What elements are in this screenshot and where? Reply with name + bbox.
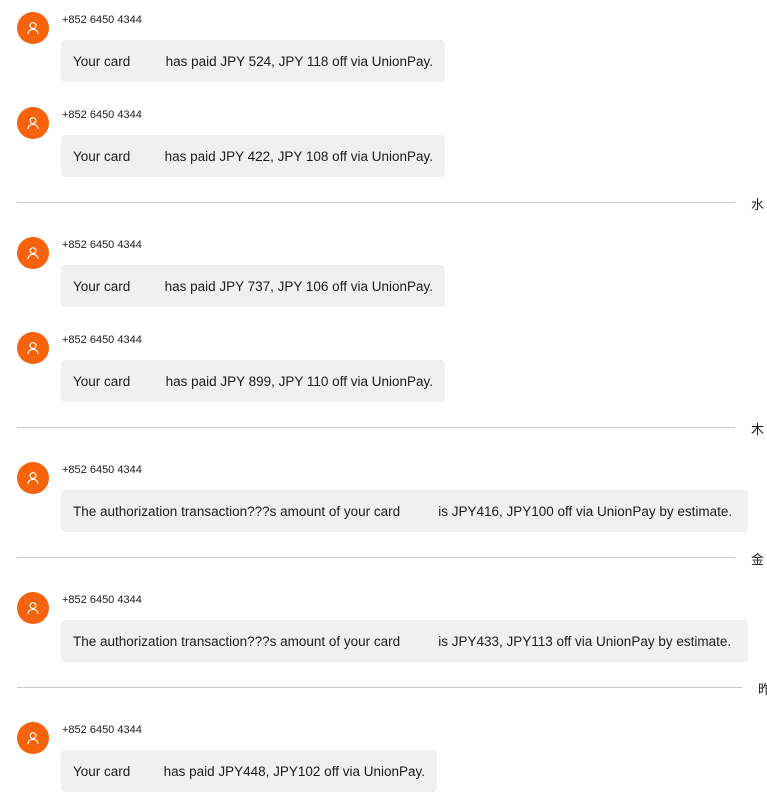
avatar[interactable] — [17, 237, 49, 269]
message-bubble[interactable]: The authorization transaction???s amount… — [61, 620, 748, 662]
avatar[interactable] — [17, 332, 49, 364]
sender-phone: +852 6450 4344 — [62, 594, 142, 606]
divider-line — [17, 427, 735, 428]
message-text-post: has paid JPY 422, JPY 108 off via UnionP… — [164, 148, 433, 164]
message-bubble[interactable]: Your card has paid JPY 422, JPY 108 off v… — [61, 135, 445, 177]
divider-line — [17, 687, 742, 688]
message-text-pre: Your card — [73, 373, 131, 389]
avatar[interactable] — [17, 107, 49, 139]
person-icon — [27, 472, 39, 485]
message-item: +852 6450 4344 Your card has paid JPY 737… — [0, 225, 767, 325]
divider-label: 昨 — [758, 682, 767, 697]
message-bubble[interactable]: Your card has paid JPY448, JPY102 off via… — [61, 750, 437, 792]
person-icon — [27, 117, 39, 130]
person-icon — [27, 342, 39, 355]
sender-phone: +852 6450 4344 — [62, 239, 142, 251]
date-divider: 木 — [17, 418, 767, 438]
date-divider: 昨 — [17, 678, 767, 698]
avatar[interactable] — [17, 722, 49, 754]
sender-phone: +852 6450 4344 — [62, 109, 142, 121]
divider-label: 水 — [751, 197, 765, 212]
message-item: +852 6450 4344 The authorization transac… — [0, 580, 767, 680]
avatar[interactable] — [17, 12, 49, 44]
message-text-pre: Your card — [73, 278, 131, 294]
date-divider: 金 — [17, 548, 767, 568]
message-item: +852 6450 4344 Your card has paid JPY 899… — [0, 320, 767, 420]
message-text-pre: Your card — [73, 763, 131, 779]
message-bubble[interactable]: Your card has paid JPY 524, JPY 118 off v… — [61, 40, 445, 82]
avatar[interactable] — [17, 592, 49, 624]
message-item: +852 6450 4344 The authorization transac… — [0, 450, 767, 550]
message-text-pre: Your card — [73, 53, 131, 69]
message-item: +852 6450 4344 Your card has paid JPY 524… — [0, 0, 767, 100]
avatar[interactable] — [17, 462, 49, 494]
person-icon — [27, 602, 39, 615]
sender-phone: +852 6450 4344 — [62, 334, 142, 346]
sender-phone: +852 6450 4344 — [62, 14, 142, 26]
person-icon — [27, 247, 39, 260]
message-text-post: has paid JPY448, JPY102 off via UnionPay… — [163, 763, 425, 779]
message-bubble[interactable]: Your card has paid JPY 899, JPY 110 off v… — [61, 360, 445, 402]
message-text-post: has paid JPY 899, JPY 110 off via UnionP… — [165, 373, 433, 389]
person-icon — [27, 22, 39, 35]
sender-phone: +852 6450 4344 — [62, 464, 142, 476]
message-bubble[interactable]: Your card has paid JPY 737, JPY 106 off v… — [61, 265, 445, 307]
message-item: +852 6450 4344 Your card has paid JPY448,… — [0, 710, 767, 810]
message-thread: +852 6450 4344 Your card has paid JPY 524… — [0, 0, 767, 804]
message-text-post: has paid JPY 737, JPY 106 off via UnionP… — [164, 278, 433, 294]
message-text-pre: The authorization transaction???s amount… — [73, 503, 401, 519]
message-text-pre: The authorization transaction???s amount… — [73, 633, 401, 649]
message-text-post: is JPY416, JPY100 off via UnionPay by es… — [438, 503, 733, 519]
message-bubble[interactable]: The authorization transaction???s amount… — [61, 490, 748, 532]
divider-label: 木 — [751, 422, 765, 437]
sender-phone: +852 6450 4344 — [62, 724, 142, 736]
divider-line — [17, 557, 735, 558]
divider-line — [17, 202, 735, 203]
person-icon — [27, 732, 39, 745]
date-divider: 水 — [17, 193, 767, 213]
message-text-post: has paid JPY 524, JPY 118 off via UnionP… — [165, 53, 433, 69]
message-item: +852 6450 4344 Your card has paid JPY 422… — [0, 95, 767, 195]
message-text-post: is JPY433, JPY113 off via UnionPay by es… — [438, 633, 732, 649]
message-text-pre: Your card — [73, 148, 131, 164]
divider-label: 金 — [751, 552, 765, 567]
